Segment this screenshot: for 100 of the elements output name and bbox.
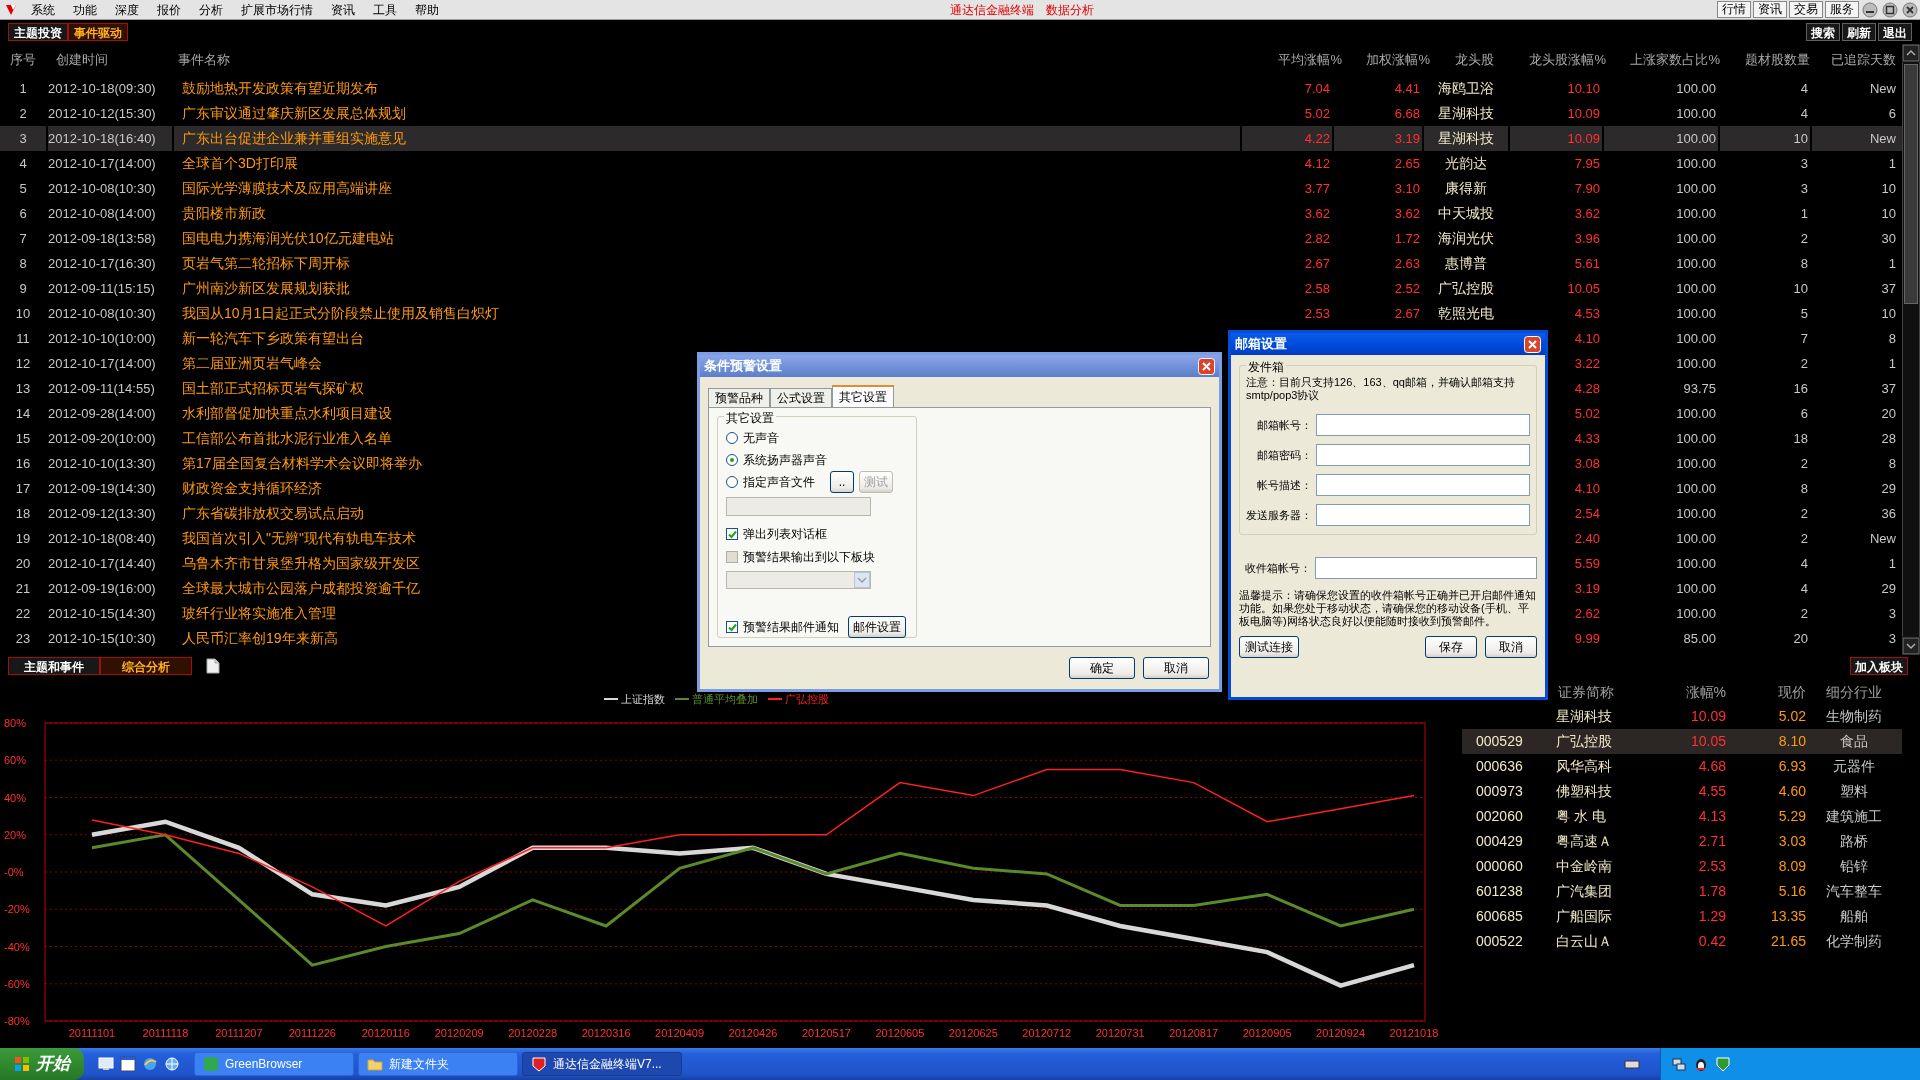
table-cell[interactable]: 2012-09-28(14:00): [48, 401, 172, 426]
table-cell[interactable]: 85.00: [1604, 626, 1718, 651]
table-cell[interactable]: 18: [0, 501, 46, 526]
table-cell[interactable]: 2012-10-08(10:30): [48, 301, 172, 326]
table-cell[interactable]: 风华高科: [1556, 754, 1638, 779]
table-cell[interactable]: 4.41: [1334, 76, 1422, 101]
column-header[interactable]: 证券简称: [1558, 683, 1614, 700]
table-cell[interactable]: 广东审议通过肇庆新区发展总体规划: [174, 101, 1240, 126]
table-cell[interactable]: 海润光伏: [1424, 226, 1508, 251]
table-cell[interactable]: New: [1812, 526, 1902, 551]
table-cell[interactable]: 1.72: [1334, 226, 1422, 251]
column-header[interactable]: 加权涨幅%: [1366, 52, 1430, 68]
table-cell[interactable]: 10.09: [1510, 101, 1602, 126]
table-cell[interactable]: 2: [1720, 601, 1810, 626]
table-cell[interactable]: 21.65: [1726, 929, 1806, 954]
table-cell[interactable]: 3.62: [1510, 201, 1602, 226]
table-cell[interactable]: 5.02: [1242, 101, 1332, 126]
taskbar-button[interactable]: 通达信金融终端V7...: [522, 1052, 682, 1076]
table-cell[interactable]: 100.00: [1604, 201, 1718, 226]
tab[interactable]: 公式设置: [770, 388, 832, 407]
table-cell[interactable]: 2.82: [1242, 226, 1332, 251]
start-button[interactable]: 开始: [0, 1048, 84, 1080]
table-cell[interactable]: 9: [0, 276, 46, 301]
table-cell[interactable]: 2.71: [1638, 829, 1726, 854]
table-cell[interactable]: 4: [1720, 101, 1810, 126]
table-cell[interactable]: 20: [1812, 401, 1902, 426]
table-cell[interactable]: 37: [1812, 276, 1902, 301]
table-cell[interactable]: 100.00: [1604, 326, 1718, 351]
table-cell[interactable]: 100.00: [1604, 576, 1718, 601]
table-cell[interactable]: 2012-10-08(14:00): [48, 201, 172, 226]
table-cell[interactable]: 4.55: [1638, 779, 1726, 804]
table-cell[interactable]: 10.10: [1510, 76, 1602, 101]
table-cell[interactable]: 2012-10-18(08:40): [48, 526, 172, 551]
table-cell[interactable]: 4.12: [1242, 151, 1332, 176]
table-cell[interactable]: 乾照光电: [1424, 301, 1508, 326]
table-cell[interactable]: 1: [1812, 251, 1902, 276]
table-cell[interactable]: 国电电力携海润光伏10亿元建电站: [174, 226, 1240, 251]
table-cell[interactable]: 2: [1720, 526, 1810, 551]
column-header[interactable]: 题材股数量: [1745, 52, 1810, 68]
table-cell[interactable]: 2012-10-17(14:00): [48, 151, 172, 176]
menu-item[interactable]: 功能: [64, 0, 106, 19]
table-cell[interactable]: 16: [0, 451, 46, 476]
table-cell[interactable]: 8: [1812, 326, 1902, 351]
table-cell[interactable]: 2012-10-17(14:40): [48, 551, 172, 576]
table-cell[interactable]: 3: [0, 126, 46, 151]
menu-item[interactable]: 系统: [22, 0, 64, 19]
table-cell[interactable]: 星湖科技: [1424, 101, 1508, 126]
table-cell[interactable]: 19: [0, 526, 46, 551]
table-cell[interactable]: 16: [1720, 376, 1810, 401]
table-cell[interactable]: 中金岭南: [1556, 854, 1638, 879]
table-cell[interactable]: 8: [1812, 451, 1902, 476]
table-cell[interactable]: 8: [1720, 476, 1810, 501]
table-cell[interactable]: 2012-09-20(10:00): [48, 426, 172, 451]
table-cell[interactable]: 2012-10-18(09:30): [48, 76, 172, 101]
table-cell[interactable]: 2012-10-10(10:00): [48, 326, 172, 351]
table-cell[interactable]: 3.77: [1242, 176, 1332, 201]
table-cell[interactable]: 3.10: [1334, 176, 1422, 201]
table-cell[interactable]: 100.00: [1604, 226, 1718, 251]
table-cell[interactable]: 29: [1812, 476, 1902, 501]
table-cell[interactable]: 23: [0, 626, 46, 651]
table-cell[interactable]: 100.00: [1604, 76, 1718, 101]
table-cell[interactable]: 2.53: [1242, 301, 1332, 326]
table-cell[interactable]: 1: [0, 76, 46, 101]
table-cell[interactable]: 601238: [1462, 879, 1556, 904]
column-header[interactable]: 平均涨幅%: [1278, 52, 1342, 68]
test-connection-button[interactable]: 测试连接: [1239, 636, 1299, 658]
menu-item[interactable]: 深度: [106, 0, 148, 19]
table-cell[interactable]: New: [1812, 76, 1902, 101]
table-cell[interactable]: 1: [1812, 351, 1902, 376]
tab[interactable]: 预警品种: [708, 388, 770, 407]
column-header[interactable]: 龙头股: [1454, 52, 1494, 68]
table-cell[interactable]: 0.42: [1638, 929, 1726, 954]
table-cell[interactable]: 3: [1812, 626, 1902, 651]
table-cell[interactable]: 600685: [1462, 904, 1556, 929]
table-cell[interactable]: 20: [0, 551, 46, 576]
table-cell[interactable]: 路桥: [1806, 829, 1902, 854]
table-cell[interactable]: 10: [0, 301, 46, 326]
table-cell[interactable]: 2012-10-17(16:30): [48, 251, 172, 276]
table-cell[interactable]: 2012-09-12(13:30): [48, 501, 172, 526]
table-cell[interactable]: 4.13: [1638, 804, 1726, 829]
table-cell[interactable]: 5.02: [1726, 704, 1806, 729]
table-cell[interactable]: 4.53: [1510, 301, 1602, 326]
column-header[interactable]: 涨幅%: [1685, 683, 1726, 700]
table-cell[interactable]: 2012-09-11(14:55): [48, 376, 172, 401]
table-cell[interactable]: 生物制药: [1806, 704, 1902, 729]
table-cell[interactable]: 10.05: [1638, 729, 1726, 754]
table-cell[interactable]: 2012-09-19(16:00): [48, 576, 172, 601]
menu-item[interactable]: 分析: [190, 0, 232, 19]
table-cell[interactable]: 8: [1720, 251, 1810, 276]
table-cell[interactable]: 广弘控股: [1424, 276, 1508, 301]
table-cell[interactable]: 93.75: [1604, 376, 1718, 401]
table-cell[interactable]: 7.95: [1510, 151, 1602, 176]
table-cell[interactable]: 100.00: [1604, 476, 1718, 501]
table-cell[interactable]: 100.00: [1604, 601, 1718, 626]
table-cell[interactable]: 000529: [1462, 729, 1556, 754]
table-cell[interactable]: 我国从10月1日起正式分阶段禁止使用及销售白炽灯: [174, 301, 1240, 326]
table-cell[interactable]: 1: [1812, 151, 1902, 176]
table-cell[interactable]: 3: [1720, 151, 1810, 176]
table-cell[interactable]: 1.78: [1638, 879, 1726, 904]
table-cell[interactable]: 粤高速Ａ: [1556, 829, 1638, 854]
